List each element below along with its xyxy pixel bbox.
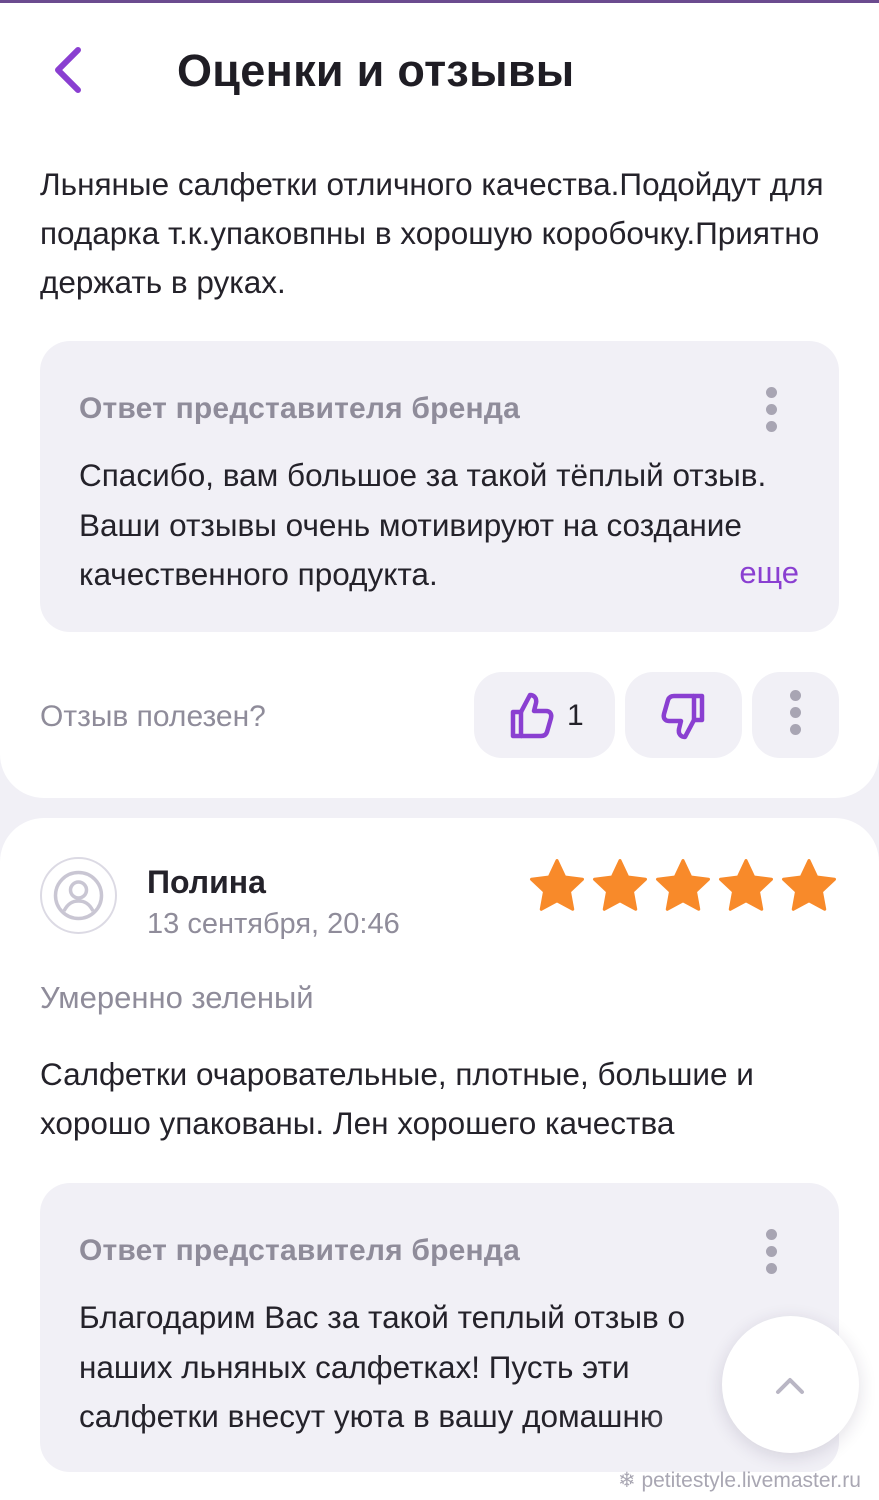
back-button[interactable] (44, 42, 94, 98)
avatar (40, 857, 117, 934)
reply-more-link[interactable]: еще (739, 555, 799, 591)
star-icon (530, 859, 584, 911)
brand-reply-1-menu-button[interactable] (761, 387, 781, 443)
review-2-author: Полина (147, 864, 266, 900)
review-1-more-button[interactable] (752, 672, 839, 758)
thumbs-down-icon (661, 693, 705, 740)
kebab-icon-dot (765, 387, 777, 398)
helpful-label: Отзыв полезен? (40, 700, 266, 733)
status-line (0, 0, 879, 3)
watermark: ❄ petitestyle.livemaster.ru (618, 1468, 861, 1493)
thumbs-up-icon (510, 692, 554, 739)
kebab-icon-dot (789, 707, 801, 718)
kebab-icon (785, 690, 805, 746)
brand-reply-2: Ответ представителя бренда Благодарим Ва… (40, 1183, 839, 1472)
kebab-icon-dot (765, 1263, 777, 1274)
kebab-icon-dot (765, 421, 777, 432)
watermark-text: petitestyle.livemaster.ru (641, 1469, 861, 1492)
brand-reply-title: Ответ представителя бренда (79, 392, 520, 425)
kebab-icon-dot (765, 1246, 777, 1257)
star-icon (782, 859, 836, 911)
kebab-icon-dot (765, 1229, 777, 1240)
like-count: 1 (567, 699, 584, 732)
review-2-date: 13 сентября, 20:46 (147, 908, 400, 940)
review-2-variant: Умеренно зеленый (40, 980, 314, 1015)
brand-reply-2-menu-button[interactable] (761, 1229, 781, 1285)
star-icon (593, 859, 647, 911)
review-2-text: Салфетки очаровательные, плотные, больши… (40, 1056, 754, 1141)
kebab-icon-dot (765, 404, 777, 415)
kebab-icon-dot (789, 724, 801, 735)
like-button[interactable]: 1 (474, 672, 615, 758)
brand-reply-1: Ответ представителя бренда Спасибо, вам … (40, 341, 839, 632)
chevron-left-icon (55, 47, 81, 93)
dislike-button[interactable] (625, 672, 742, 758)
kebab-icon-dot (789, 690, 801, 701)
brand-reply-text: Спасибо, вам большое за такой тёплый отз… (79, 457, 767, 592)
chevron-up-icon (776, 1378, 804, 1394)
brand-reply-title: Ответ представителя бренда (79, 1234, 520, 1267)
snowflake-icon: ❄ (618, 1469, 636, 1492)
page-title: Оценки и отзывы (177, 45, 575, 96)
scroll-to-top-button[interactable] (722, 1316, 859, 1453)
star-icon (656, 859, 710, 911)
user-icon (53, 870, 104, 921)
review-1-text: Льняные салфетки отличного качества.Подо… (40, 166, 824, 300)
star-icon (719, 859, 773, 911)
